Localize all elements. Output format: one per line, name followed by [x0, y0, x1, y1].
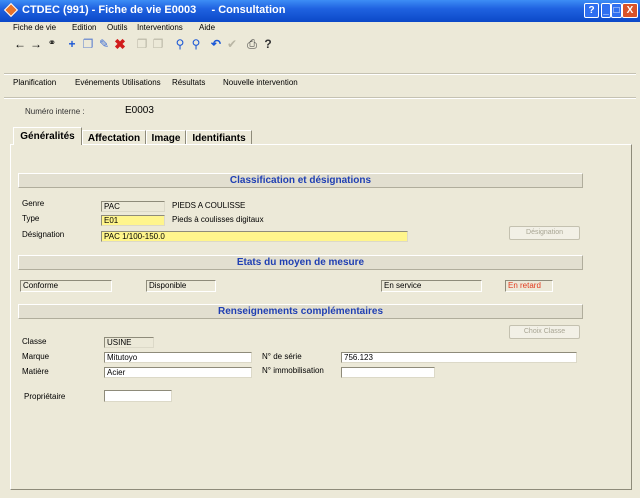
window-title: CTDEC (991) - Fiche de vie E0003 - Consu… — [22, 4, 286, 16]
designation-label: Désignation — [22, 230, 65, 239]
genre-label: Genre — [22, 199, 45, 208]
edit-pen-icon[interactable]: ✎ — [96, 36, 112, 52]
help-button[interactable]: ? — [584, 3, 599, 18]
type-code-field[interactable]: E01 — [101, 215, 165, 226]
copy-icon[interactable]: ❐ — [80, 36, 96, 52]
divider — [4, 97, 636, 99]
type-label: Type — [22, 214, 40, 223]
menu-fiche-de-vie[interactable]: Fiche de vie — [13, 23, 56, 32]
nav-nouvelle-intervention[interactable]: Nouvelle intervention — [223, 78, 298, 87]
binoculars-icon[interactable]: ⚭ — [44, 36, 60, 52]
etat-conformite: Conforme — [20, 280, 112, 292]
disabled-icon-2: ❐ — [152, 37, 164, 51]
classe-field[interactable]: USINE — [104, 337, 154, 348]
type-description: Pieds à coulisses digitaux — [172, 215, 264, 224]
menu-bar: Fiche de vie Edition Outils Intervention… — [0, 22, 640, 34]
undo-icon[interactable]: ↶ — [208, 36, 224, 52]
matiere-field[interactable]: Acier — [104, 367, 252, 378]
print-icon[interactable]: ⎙ — [244, 36, 260, 52]
designation-field[interactable]: PAC 1/100-150.0 — [101, 231, 408, 242]
marque-field[interactable]: Mitutoyo — [104, 352, 252, 363]
help-icon[interactable]: ? — [260, 36, 276, 52]
nav-evenements[interactable]: Evénements — [75, 78, 119, 87]
serie-label: N° de série — [262, 352, 302, 361]
maximize-button[interactable]: □ — [611, 3, 622, 18]
add-icon[interactable]: + — [64, 36, 80, 52]
tab-image[interactable]: Image — [146, 130, 186, 145]
search-advanced-icon[interactable]: ⚲ — [188, 36, 204, 52]
forward-arrow-icon[interactable]: → — [28, 36, 44, 52]
app-icon — [3, 2, 19, 18]
proprietaire-field[interactable] — [104, 390, 172, 402]
choix-classe-button[interactable]: Choix Classe — [509, 325, 580, 339]
marque-label: Marque — [22, 352, 50, 361]
section-classification: Classification et désignations — [18, 173, 583, 188]
numero-interne-value: E0003 — [125, 105, 154, 116]
menu-edition[interactable]: Edition — [72, 23, 96, 32]
tab-generalites[interactable]: Généralités — [13, 127, 82, 145]
divider — [4, 73, 636, 75]
genre-description: PIEDS A COULISSE — [172, 201, 246, 210]
search-icon[interactable]: ⚲ — [172, 36, 188, 52]
serie-field[interactable]: 756.123 — [341, 352, 577, 363]
proprietaire-label: Propriétaire — [24, 392, 66, 401]
genre-code-field[interactable]: PAC — [101, 201, 165, 212]
delete-icon[interactable]: ✖ — [112, 36, 128, 52]
matiere-label: Matière — [22, 367, 49, 376]
classe-label: Classe — [22, 337, 47, 346]
nav-resultats[interactable]: Résultats — [172, 78, 205, 87]
immobilisation-field[interactable] — [341, 367, 435, 378]
tab-identifiants[interactable]: Identifiants — [186, 130, 252, 145]
section-etats: Etats du moyen de mesure — [18, 255, 583, 270]
minimize-button[interactable]: _ — [601, 3, 611, 18]
back-arrow-icon[interactable]: ← — [12, 36, 28, 52]
tab-affectation[interactable]: Affectation — [82, 130, 146, 145]
close-button[interactable]: X — [622, 3, 638, 18]
numero-interne-label: Numéro interne : — [25, 107, 85, 116]
etat-retard: En retard — [505, 280, 553, 292]
menu-aide[interactable]: Aide — [199, 23, 215, 32]
menu-outils[interactable]: Outils — [107, 23, 127, 32]
title-bar[interactable]: CTDEC (991) - Fiche de vie E0003 - Consu… — [0, 0, 640, 22]
disabled-icon-1: ❐ — [136, 37, 148, 51]
nav-planification[interactable]: Planification — [13, 78, 56, 87]
etat-disponibilite: Disponible — [146, 280, 216, 292]
menu-interventions[interactable]: Interventions — [137, 23, 183, 32]
nav-row: Planification Evénements Utilisations Ré… — [0, 76, 640, 94]
check-icon: ✔ — [226, 37, 238, 51]
toolbar: ← → ⚭ + ❐ ✎ ✖ ❐ ❐ ⚲ ⚲ ↶ ✔ ⎙ ? — [0, 34, 640, 56]
section-renseignements: Renseignements complémentaires — [18, 304, 583, 319]
immobilisation-label: N° immobilisation — [262, 366, 324, 375]
nav-utilisations[interactable]: Utilisations — [122, 78, 161, 87]
designation-button[interactable]: Désignation — [509, 226, 580, 240]
etat-service: En service — [381, 280, 482, 292]
